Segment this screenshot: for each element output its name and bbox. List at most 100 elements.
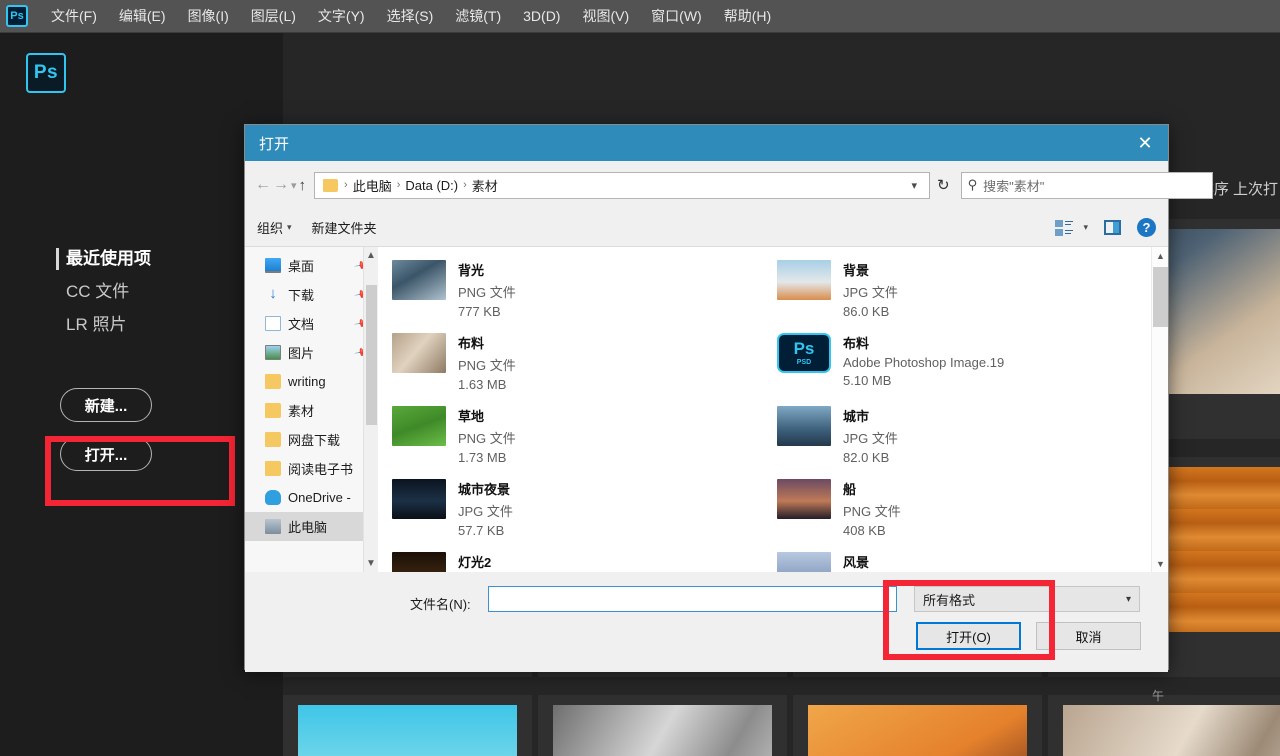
chevron-down-icon: ▾ (1083, 222, 1088, 232)
scroll-up-icon[interactable]: ▲ (1152, 247, 1168, 264)
file-item[interactable]: 背景 JPG 文件 86.0 KB (777, 255, 1148, 328)
file-item[interactable]: 风景 (777, 547, 1148, 572)
recent-timestamp-fragment: 午 (1152, 689, 1165, 703)
nav-item-cc-files[interactable]: CC 文件 (56, 281, 151, 303)
scrollbar-thumb[interactable] (366, 285, 377, 425)
sidebar-item-label: OneDrive - (288, 490, 351, 505)
address-chevron-down-icon[interactable]: ▾ (904, 179, 926, 192)
help-icon[interactable]: ? (1137, 218, 1156, 237)
sidebar-scrollbar[interactable]: ▲ ▼ (363, 247, 378, 572)
close-icon[interactable]: ✕ (1122, 125, 1168, 161)
file-item[interactable]: 城市夜景 JPG 文件 57.7 KB (392, 474, 763, 547)
folder-icon (265, 432, 281, 447)
scrollbar-thumb[interactable] (1153, 267, 1168, 327)
file-format-select[interactable]: 所有格式 ▾ (914, 586, 1140, 612)
file-name: 灯光2 (458, 555, 492, 570)
thumbnail-image (298, 705, 517, 756)
file-name: 风景 (843, 555, 870, 570)
file-item[interactable]: 船 PNG 文件 408 KB (777, 474, 1148, 547)
sidebar-item-writing[interactable]: writing (245, 367, 378, 396)
filename-chevron-down-icon[interactable]: ▾ (875, 586, 897, 612)
menu-item-layer[interactable]: 图层(L) (240, 0, 307, 33)
menu-item-type[interactable]: 文字(Y) (307, 0, 376, 33)
sidebar-item-label: 此电脑 (288, 520, 328, 535)
organize-button[interactable]: 组织 ▾ (257, 218, 292, 237)
file-size: 1.73 MB (458, 450, 507, 465)
file-meta: 布料 Adobe Photoshop Image.19 5.10 MB (843, 333, 1004, 388)
file-item[interactable]: 灯光2 (392, 547, 763, 572)
file-list-scrollbar[interactable]: ▲ ▼ (1151, 247, 1168, 572)
file-thumbnail (777, 260, 831, 300)
filename-label: 文件名(N): (410, 597, 471, 612)
sidebar-item-pictures[interactable]: 图片 📌 (245, 338, 378, 367)
view-options-button[interactable]: ▾ (1055, 219, 1088, 236)
breadcrumb-current-folder[interactable]: 素材 (470, 176, 500, 195)
menu-item-3d[interactable]: 3D(D) (512, 0, 571, 33)
up-icon[interactable]: ↑ (299, 172, 307, 198)
file-thumbnail (392, 260, 446, 300)
filename-input[interactable] (488, 586, 897, 612)
sidebar-item-downloads[interactable]: ↓ 下载 📌 (245, 280, 378, 309)
sidebar-item-documents[interactable]: 文档 📌 (245, 309, 378, 338)
file-thumbnail (777, 479, 831, 519)
dialog-open-button[interactable]: 打开(O) (916, 622, 1021, 650)
file-name: 背光 (458, 263, 485, 278)
open-file-dialog: 打开 ✕ ← → ▾ ↑ › 此电脑 › Data (D:) › 素材 ▾ ↻ … (244, 124, 1213, 672)
breadcrumb-data-drive[interactable]: Data (D:) (403, 178, 460, 193)
sidebar-item-ebooks[interactable]: 阅读电子书 (245, 454, 378, 483)
dialog-title-bar: 打开 ✕ (245, 125, 1168, 161)
sidebar-item-sucai[interactable]: 素材 (245, 396, 378, 425)
search-icon: ⚲ (967, 177, 978, 192)
recent-thumbnail[interactable] (1048, 695, 1280, 756)
dialog-cancel-button[interactable]: 取消 (1036, 622, 1141, 650)
forward-icon[interactable]: → (273, 172, 289, 198)
address-bar[interactable]: › 此电脑 › Data (D:) › 素材 ▾ (314, 171, 931, 199)
recent-thumbnail[interactable] (283, 695, 532, 756)
folder-icon (265, 374, 281, 389)
search-input[interactable]: 搜索"素材" (983, 176, 1044, 195)
chevron-down-icon: ▾ (1125, 593, 1131, 605)
scroll-down-icon[interactable]: ▼ (1152, 555, 1168, 572)
file-item[interactable]: 草地 PNG 文件 1.73 MB (392, 401, 763, 474)
menu-item-filter[interactable]: 滤镜(T) (444, 0, 512, 33)
thumbnail-image (808, 705, 1027, 756)
file-type: PNG 文件 (458, 431, 516, 446)
file-item[interactable]: 背光 PNG 文件 777 KB (392, 255, 763, 328)
file-item[interactable]: 城市 JPG 文件 82.0 KB (777, 401, 1148, 474)
sidebar-item-desktop[interactable]: 桌面 📌 (245, 251, 378, 280)
sidebar-item-this-pc[interactable]: 此电脑 (245, 512, 378, 541)
sidebar-item-onedrive[interactable]: OneDrive - (245, 483, 378, 512)
menu-item-window[interactable]: 窗口(W) (640, 0, 713, 33)
start-left-rail: Ps 最近使用项 CC 文件 LR 照片 新建... 打开... (0, 33, 283, 756)
file-name: 船 (843, 482, 857, 497)
file-meta: 布料 PNG 文件 1.63 MB (458, 333, 516, 392)
nav-item-recent[interactable]: 最近使用项 (56, 248, 151, 270)
nav-item-lr-photos[interactable]: LR 照片 (56, 314, 151, 336)
sidebar-item-netdisk[interactable]: 网盘下载 (245, 425, 378, 454)
new-folder-button[interactable]: 新建文件夹 (312, 218, 377, 237)
scroll-up-icon[interactable]: ▲ (366, 250, 376, 261)
new-button[interactable]: 新建... (60, 388, 152, 422)
menu-item-help[interactable]: 帮助(H) (713, 0, 782, 33)
menu-item-edit[interactable]: 编辑(E) (108, 0, 177, 33)
file-item[interactable]: Ps PSD 布料 Adobe Photoshop Image.19 5.10 … (777, 328, 1148, 401)
history-chevron-down-icon[interactable]: ▾ (291, 172, 297, 198)
menu-item-file[interactable]: 文件(F) (40, 0, 108, 33)
search-box[interactable]: ⚲ 搜索"素材" (960, 171, 1213, 199)
file-item[interactable]: 布料 PNG 文件 1.63 MB (392, 328, 763, 401)
breadcrumb-this-pc[interactable]: 此电脑 (351, 176, 394, 195)
menu-item-select[interactable]: 选择(S) (376, 0, 445, 33)
recent-thumbnail[interactable] (793, 695, 1042, 756)
preview-pane-icon[interactable] (1104, 220, 1121, 235)
menu-item-image[interactable]: 图像(I) (177, 0, 240, 33)
file-size: 86.0 KB (843, 304, 890, 319)
organize-label: 组织 (257, 221, 284, 236)
recent-thumbnail[interactable] (538, 695, 787, 756)
back-icon[interactable]: ← (255, 172, 271, 198)
dialog-navigation-bar: ← → ▾ ↑ › 此电脑 › Data (D:) › 素材 ▾ ↻ ⚲ 搜索"… (245, 161, 1213, 209)
scroll-down-icon[interactable]: ▼ (366, 558, 376, 569)
open-button[interactable]: 打开... (60, 437, 152, 471)
file-meta: 城市夜景 JPG 文件 57.7 KB (458, 479, 513, 538)
refresh-icon[interactable]: ↻ (936, 172, 951, 199)
menu-item-view[interactable]: 视图(V) (571, 0, 640, 33)
